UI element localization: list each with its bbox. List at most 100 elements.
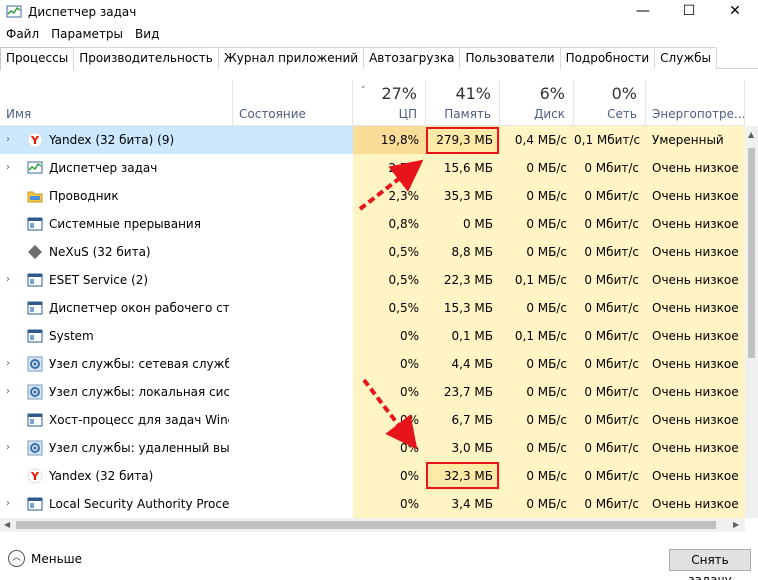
header-memory[interactable]: 41% Память <box>426 80 500 126</box>
menu-view[interactable]: Вид <box>129 27 165 41</box>
process-name: Диспетчер задач <box>49 161 158 175</box>
energy-cell: Очень низкое <box>646 490 745 518</box>
expand-chevron-icon[interactable]: › <box>6 154 10 182</box>
energy-cell: Очень низкое <box>646 238 745 266</box>
expand-chevron-icon[interactable]: › <box>6 434 10 462</box>
menu-file[interactable]: Файл <box>0 27 45 41</box>
menu-bar: Файл Параметры Вид <box>0 24 165 44</box>
process-row[interactable]: › Узел службы: локальная систе... 0%23,7 М… <box>0 378 745 406</box>
scroll-right-icon[interactable]: ▶ <box>733 520 739 529</box>
header-name-label: Имя <box>6 107 32 121</box>
header-mem-label: Память <box>444 107 491 121</box>
header-status[interactable]: Состояние <box>233 80 353 126</box>
expand-chevron-icon[interactable]: › <box>6 490 10 518</box>
scroll-up-icon[interactable]: ▲ <box>748 130 754 139</box>
header-network[interactable]: 0% Сеть <box>574 80 646 126</box>
horizontal-scroll-thumb[interactable] <box>16 521 716 529</box>
header-net-label: Сеть <box>607 107 637 121</box>
header-name[interactable]: Имя <box>0 80 233 126</box>
process-name: Yandex (32 бита) (9) <box>49 133 175 147</box>
scroll-left-icon[interactable]: ◀ <box>4 520 10 529</box>
expand-chevron-icon[interactable]: › <box>6 350 10 378</box>
disk-cell: 0 МБ/с <box>500 462 574 490</box>
memory-cell: 3,4 МБ <box>426 490 500 518</box>
memory-cell: 0 МБ <box>426 210 500 238</box>
network-cell: 0 Мбит/с <box>574 462 646 490</box>
network-cell: 0 Мбит/с <box>574 406 646 434</box>
header-energy-label: Энергопотре... <box>652 107 746 121</box>
process-name: Системные прерывания <box>49 217 201 231</box>
cpu-cell: 0,5% <box>353 238 426 266</box>
process-row[interactable]: NeXuS (32 бита) 0,5% 8,8 МБ 0 МБ/с 0 Мбит/с О… <box>0 238 745 266</box>
process-name: Диспетчер окон рабочего стола <box>49 301 229 315</box>
process-row[interactable]: Системные прерывания 0,8% 0 МБ 0 МБ/с 0 Мбит… <box>0 210 745 238</box>
memory-cell: 15,6 МБ <box>426 154 500 182</box>
energy-cell: Очень низкое <box>646 406 745 434</box>
tab-performance[interactable]: Производительность <box>73 47 219 69</box>
expand-chevron-icon[interactable]: › <box>6 126 10 154</box>
header-cpu[interactable]: ˅ 27% ЦП <box>353 80 426 126</box>
cpu-cell: 2,3% <box>353 182 426 210</box>
gear-icon <box>27 356 43 372</box>
memory-cell: 23,7 МБ <box>426 378 500 406</box>
energy-cell: Очень низкое <box>646 266 745 294</box>
network-cell: 0 Мбит/с <box>574 434 646 462</box>
process-row[interactable]: › Local Security Authority Process... 0%3,… <box>0 490 745 518</box>
close-button[interactable]: ✕ <box>712 0 758 22</box>
cpu-cell: 0,5% <box>353 294 426 322</box>
vertical-scrollbar[interactable]: ▲ <box>745 126 758 518</box>
header-disk[interactable]: 6% Диск <box>500 80 574 126</box>
collapse-chevron-icon[interactable]: ︿ <box>8 550 25 567</box>
process-row[interactable]: › Узел службы: сетевая служба ... 0%4,4 МБ… <box>0 350 745 378</box>
memory-cell: 15,3 МБ <box>426 294 500 322</box>
process-row[interactable]: Хост-процесс для задач Windo...0%6,7 МБ0… <box>0 406 745 434</box>
process-row[interactable]: Y Yandex (32 бита) 0% 32,3 МБ 0 МБ/с 0 Мбит/с… <box>0 462 745 490</box>
vertical-scroll-thumb[interactable] <box>748 148 755 358</box>
cpu-cell: 0% <box>353 434 426 462</box>
expand-chevron-icon[interactable]: › <box>6 378 10 406</box>
process-name: Хост-процесс для задач Windo... <box>49 413 229 427</box>
gear-icon <box>27 440 43 456</box>
cpu-cell: 0% <box>353 322 426 350</box>
header-net-pct: 0% <box>611 84 637 103</box>
process-row[interactable]: › ESET Service (2) 0,5% 22,3 МБ 0,1 МБ/с 0 Мб… <box>0 266 745 294</box>
folder-icon <box>27 188 43 204</box>
cpu-cell: 0% <box>353 462 426 490</box>
system-icon <box>27 300 43 316</box>
system-icon <box>27 272 43 288</box>
tab-startup[interactable]: Автозагрузка <box>363 47 461 69</box>
tab-users[interactable]: Пользователи <box>459 47 561 69</box>
disk-cell: 0,1 МБ/с <box>500 322 574 350</box>
maximize-button[interactable]: ☐ <box>666 0 712 22</box>
memory-cell: 4,4 МБ <box>426 350 500 378</box>
process-row[interactable]: Проводник 2,3% 35,3 МБ 0 МБ/с 0 Мбит/с Очень … <box>0 182 745 210</box>
header-energy[interactable]: Энергопотре... <box>646 80 746 126</box>
network-cell: 0 Мбит/с <box>574 266 646 294</box>
process-row[interactable]: › Y Yandex (32 бита) (9) 19,8% 279,3 МБ 0,4 М… <box>0 126 745 154</box>
disk-cell: 0 МБ/с <box>500 210 574 238</box>
horizontal-scrollbar[interactable]: ◀ ▶ <box>0 518 745 532</box>
memory-cell: 6,7 МБ <box>426 406 500 434</box>
yandex-icon: Y <box>27 132 43 148</box>
cpu-cell: 0% <box>353 490 426 518</box>
column-header: Имя Состояние ˅ 27% ЦП 41% Память 6% Дис… <box>0 80 746 126</box>
system-icon <box>27 496 43 512</box>
tab-details[interactable]: Подробности <box>559 47 656 69</box>
tab-services[interactable]: Службы <box>654 47 718 69</box>
expand-chevron-icon[interactable]: › <box>6 266 10 294</box>
energy-cell: Очень низкое <box>646 462 745 490</box>
menu-options[interactable]: Параметры <box>45 27 129 41</box>
fewer-details-link[interactable]: Меньше <box>31 552 82 566</box>
tab-processes[interactable]: Процессы <box>0 47 75 70</box>
energy-cell: Очень низкое <box>646 294 745 322</box>
nexus-icon <box>27 244 43 260</box>
process-row[interactable]: System 0% 0,1 МБ 0,1 МБ/с 0 Мбит/с Очень низк… <box>0 322 745 350</box>
process-row[interactable]: Диспетчер окон рабочего стола 0,5%15,3 МБ… <box>0 294 745 322</box>
cpu-cell: 0% <box>353 378 426 406</box>
tab-app-history[interactable]: Журнал приложений <box>217 47 365 69</box>
process-row[interactable]: › Диспетчер задач 2,7% 15,6 МБ 0 МБ/с 0 Мбит/… <box>0 154 745 182</box>
end-task-button[interactable]: Снять задачу <box>669 549 751 580</box>
process-row[interactable]: ›Узел службы: удаленный вызо...0%3,0 МБ0… <box>0 434 745 462</box>
minimize-button[interactable]: — <box>620 0 666 22</box>
disk-cell: 0 МБ/с <box>500 406 574 434</box>
